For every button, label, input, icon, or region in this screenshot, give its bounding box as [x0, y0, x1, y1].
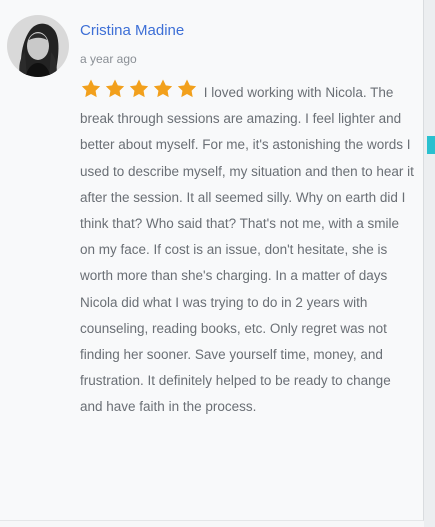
star-icon — [105, 79, 125, 98]
rating-stars — [80, 78, 198, 100]
review-text: I loved working with Nicola. The break t… — [80, 85, 414, 415]
accent-tab[interactable] — [427, 136, 435, 154]
star-icon — [129, 79, 149, 98]
review-time: a year ago — [80, 52, 137, 66]
star-icon — [81, 79, 101, 98]
review-card: Cristina Madine a year ago I loved worki… — [0, 0, 424, 521]
review-author-name[interactable]: Cristina Madine — [80, 22, 184, 40]
avatar — [7, 15, 69, 77]
review-text-block: I loved working with Nicola. The break t… — [80, 78, 416, 421]
star-icon — [177, 79, 197, 98]
page-scroll-area — [424, 0, 435, 527]
star-icon — [153, 79, 173, 98]
